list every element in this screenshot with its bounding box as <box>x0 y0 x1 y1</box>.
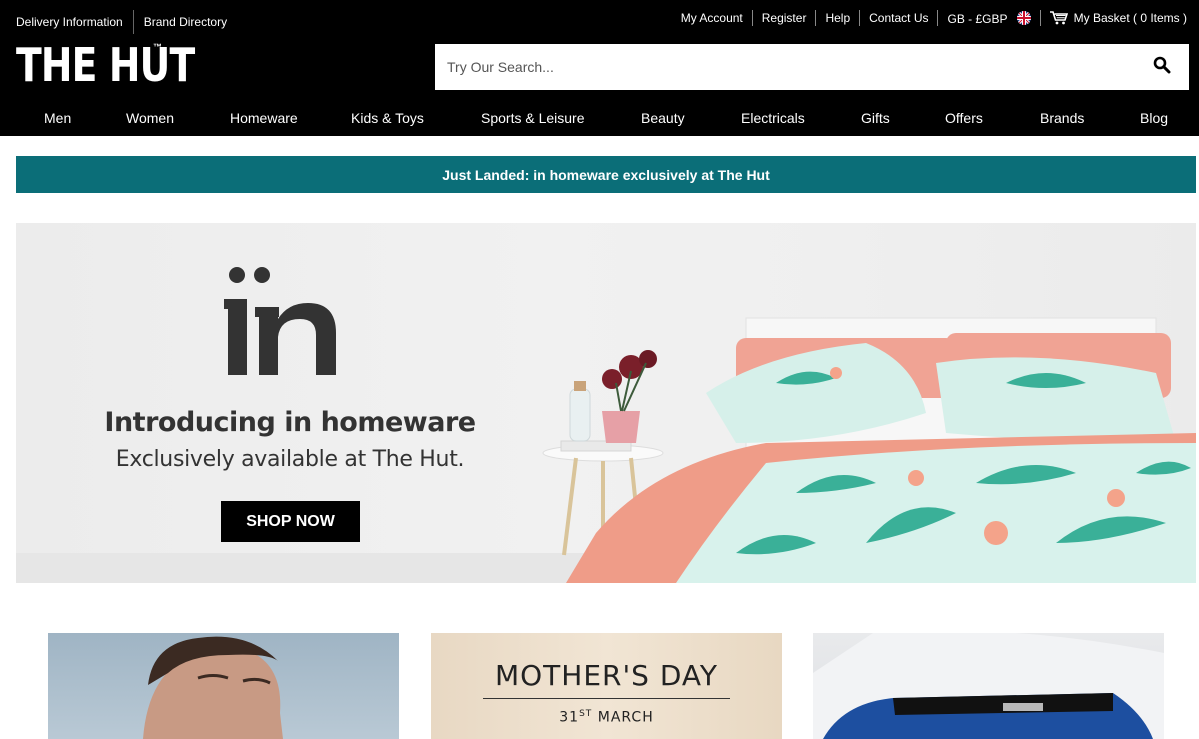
search-icon <box>1153 56 1171 79</box>
mothers-day-promo-tile[interactable]: MOTHER'S DAY 31ST MARCH <box>431 633 782 739</box>
search-bar <box>435 44 1189 90</box>
search-input[interactable] <box>435 44 1135 90</box>
site-header: Delivery Information Brand Directory My … <box>0 0 1199 136</box>
divider <box>483 698 730 699</box>
promo-strip[interactable]: Just Landed: in homeware exclusively at … <box>16 156 1196 193</box>
nav-men[interactable]: Men <box>44 110 71 126</box>
date-month: MARCH <box>597 709 654 726</box>
nav-homeware[interactable]: Homeware <box>230 110 298 126</box>
nav-women[interactable]: Women <box>126 110 174 126</box>
menswear-promo-tile[interactable] <box>48 633 399 739</box>
underwear-product-image <box>813 633 1164 739</box>
help-link[interactable]: Help <box>825 11 850 25</box>
in-homeware-logo <box>224 263 354 383</box>
nav-electricals[interactable]: Electricals <box>741 110 805 126</box>
date-suffix: ST <box>579 709 593 719</box>
cart-icon <box>1049 11 1068 25</box>
basket-link[interactable]: My Basket ( 0 Items ) <box>1049 11 1187 25</box>
nav-blog[interactable]: Blog <box>1140 110 1168 126</box>
underwear-promo-tile[interactable] <box>813 633 1164 739</box>
site-logo[interactable]: THE HUT ™ <box>16 40 234 90</box>
uk-flag-icon <box>1016 10 1031 25</box>
nav-gifts[interactable]: Gifts <box>861 110 890 126</box>
my-account-link[interactable]: My Account <box>681 11 743 25</box>
logo-trademark: ™ <box>153 42 162 52</box>
register-link[interactable]: Register <box>762 11 807 25</box>
date-number: 31 <box>559 709 580 726</box>
locale-selector[interactable]: GB - £GBP <box>947 10 1031 26</box>
divider <box>937 10 939 26</box>
nav-sports-leisure[interactable]: Sports & Leisure <box>481 110 585 126</box>
shop-now-button[interactable]: SHOP NOW <box>221 501 360 542</box>
divider <box>815 10 817 26</box>
nav-offers[interactable]: Offers <box>945 110 983 126</box>
promo-strip-text: Just Landed: in homeware exclusively at … <box>442 166 770 183</box>
bedroom-scene-image <box>536 293 1196 583</box>
delivery-information-link[interactable]: Delivery Information <box>16 15 123 29</box>
nav-kids-toys[interactable]: Kids & Toys <box>351 110 424 126</box>
hero-banner[interactable]: Introducing in homeware Exclusively avai… <box>16 223 1196 583</box>
brand-directory-link[interactable]: Brand Directory <box>144 15 227 29</box>
utility-links-right: My Account Register Help Contact Us GB -… <box>681 9 1187 27</box>
nav-brands[interactable]: Brands <box>1040 110 1084 126</box>
nav-beauty[interactable]: Beauty <box>641 110 685 126</box>
logo-text: THE HUT <box>16 38 195 92</box>
main-navigation: Men Women Homeware Kids & Toys Sports & … <box>0 100 1199 136</box>
divider <box>751 10 753 26</box>
divider <box>859 10 861 26</box>
hero-title: Introducing in homeware <box>104 407 476 438</box>
basket-label: My Basket ( 0 Items ) <box>1073 11 1187 25</box>
mothers-day-title: MOTHER'S DAY <box>494 659 719 692</box>
mothers-day-date: 31ST MARCH <box>431 709 782 726</box>
contact-us-link[interactable]: Contact Us <box>869 11 928 25</box>
divider <box>132 10 134 34</box>
hero-subtitle: Exclusively available at The Hut. <box>115 447 465 472</box>
search-button[interactable] <box>1135 44 1189 90</box>
locale-label: GB - £GBP <box>947 11 1008 26</box>
model-portrait-image <box>143 636 283 739</box>
utility-links-left: Delivery Information Brand Directory <box>16 10 227 34</box>
divider <box>1039 10 1041 26</box>
